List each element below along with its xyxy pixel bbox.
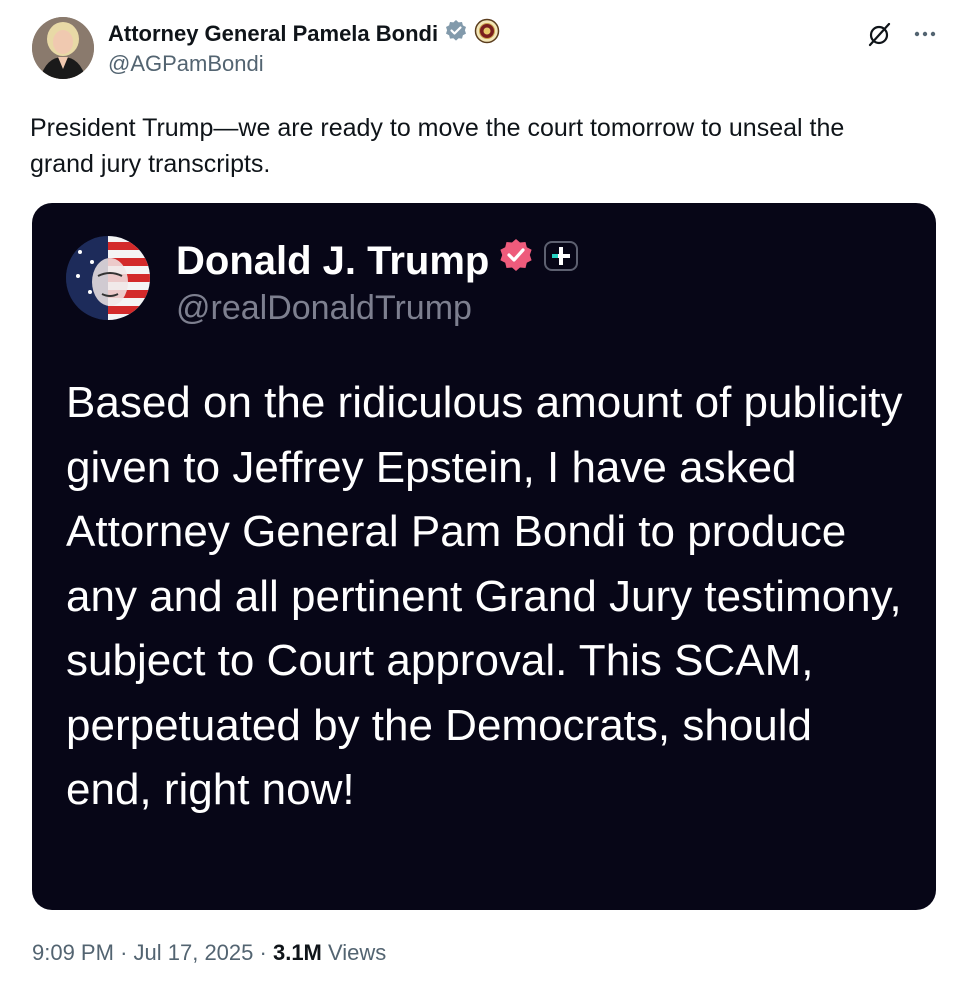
author-name-row[interactable]: Attorney General Pamela Bondi <box>108 18 500 50</box>
tweet-text: President Trump—we are ready to move the… <box>30 114 845 178</box>
quoted-author-handle: @realDonaldTrump <box>176 289 472 327</box>
views-label: Views <box>328 940 387 965</box>
truth-plus-icon <box>543 238 579 284</box>
grok-icon[interactable] <box>866 20 894 53</box>
header-actions <box>866 20 938 53</box>
meta-separator: · <box>259 940 267 965</box>
quoted-author-name-row: Donald J. Trump <box>176 237 579 285</box>
post-date[interactable]: Jul 17, 2025 <box>134 940 254 965</box>
tweet-metadata: 9:09 PM · Jul 17, 2025 · 3.1M Views <box>32 940 386 966</box>
truth-verified-badge-icon <box>497 237 535 285</box>
quoted-post-image[interactable]: Donald J. Trump @realDonaldTrump Based o… <box>32 203 936 910</box>
author-name[interactable]: Attorney General Pamela Bondi <box>108 21 438 47</box>
views-count[interactable]: 3.1M <box>273 940 322 965</box>
quoted-post-body: Based on the ridiculous amount of public… <box>66 378 903 814</box>
quoted-author-avatar <box>66 236 150 320</box>
verified-badge-icon <box>444 19 468 49</box>
author-handle[interactable]: @AGPamBondi <box>108 51 264 77</box>
doj-seal-icon[interactable] <box>474 18 500 50</box>
quoted-author-name: Donald J. Trump <box>176 238 490 283</box>
post-time[interactable]: 9:09 PM <box>32 940 114 965</box>
more-options-icon[interactable] <box>912 21 938 52</box>
author-avatar[interactable] <box>32 17 94 79</box>
meta-separator: · <box>120 940 128 965</box>
